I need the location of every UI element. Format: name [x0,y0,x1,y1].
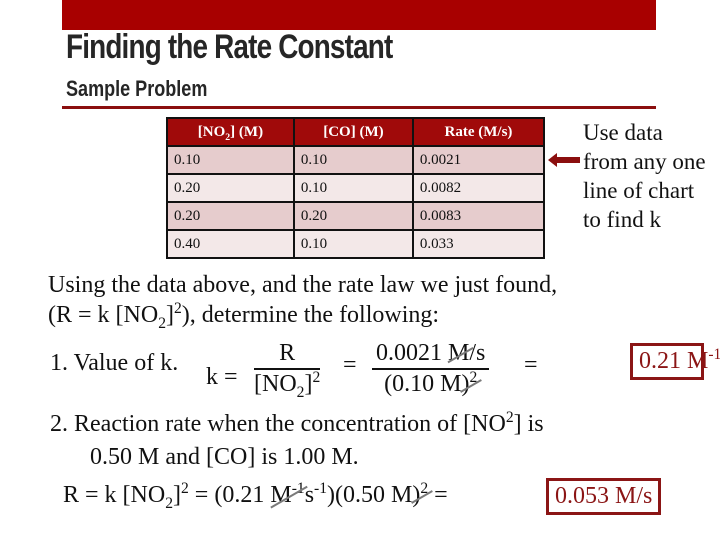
cancelled-unit: M-1 [270,480,305,509]
table-row: 0.10 0.10 0.0021 [166,145,546,175]
table-row: 0.20 0.10 0.0082 [166,173,546,203]
superscript: 2 [174,300,182,317]
text: R = k [NO [63,482,166,508]
rate-calculation: R = k [NO2]2 = (0.21 M-1s-1)(0.50 M)2 = [63,480,454,512]
cancelled-unit: )2 [412,480,429,509]
text: = [428,482,454,508]
fraction-denominator: [NO2]2 [254,369,321,400]
text: ] [173,482,181,508]
fraction-bar [254,368,321,370]
cancelled-unit: M [448,340,470,366]
fraction-values: 0.0021 M/s (0.10 M)2 [372,340,490,398]
table-row: 0.40 0.10 0.033 [166,229,546,259]
text: 0.21 M [639,348,709,374]
intro-line-2: (R = k [NO2]2), determine the following: [48,300,557,332]
text: (0.10 M [384,371,462,397]
superscript: 2 [505,409,514,426]
slide-title: Finding the Rate Constant [66,28,393,66]
title-divider [62,106,656,109]
equals-sign: = [343,352,357,378]
side-note: Use data from any one line of chart to f… [583,118,720,234]
superscript: 2 [469,369,478,386]
k-equals: k = [206,364,238,390]
header-no2: [NO2] (M) [166,117,295,147]
cell-rate: 0.0082 [411,173,546,203]
text: = [188,482,215,508]
text: 2. Reaction rate when the concentration … [50,411,506,437]
header-rate: Rate (M/s) [411,117,546,147]
cell-co: 0.20 [292,201,414,231]
header-co: [CO] (M) [292,117,414,147]
rate-data-table: [NO2] (M) [CO] (M) Rate (M/s) 0.10 0.10 … [166,117,546,259]
side-note-line: from any one [583,149,706,174]
title-accent-bar [62,0,656,30]
answer-rate-box: 0.053 M/s [546,478,662,515]
slide-subtitle: Sample Problem [66,76,208,101]
question-2-line-2: 0.50 M and [CO] is 1.00 M. [90,444,359,470]
side-note-line: line of chart [583,178,695,203]
table-header-row: [NO2] (M) [CO] (M) Rate (M/s) [166,117,546,147]
fraction-rate-over-conc: R [NO2]2 [254,340,321,400]
superscript: -1 [708,346,720,363]
table-row: 0.20 0.20 0.0083 [166,201,546,231]
text: 0.0021 [376,340,448,366]
cell-no2: 0.10 [166,145,295,175]
text: ), determine the following: [181,302,440,328]
superscript: 2 [420,480,429,497]
cell-co: 0.10 [292,173,414,203]
cell-no2: 0.40 [166,229,295,259]
subscript: 2 [165,494,173,512]
text: M [270,482,292,508]
text: (R = k [NO [48,302,159,328]
header-text: [NO [197,123,226,140]
arrow-left-icon [548,153,580,167]
text: [NO [254,371,297,397]
cell-co: 0.10 [292,145,414,175]
text: ] is [513,411,544,437]
text: (0.21 [214,482,271,508]
header-text: ] (M) [230,123,264,140]
intro-paragraph: Using the data above, and the rate law w… [48,270,558,332]
superscript: 2 [181,480,189,497]
cell-no2: 0.20 [166,173,295,203]
text: (0.50 M [335,482,413,508]
fraction-numerator: R [279,340,296,366]
cell-no2: 0.20 [166,201,295,231]
text: ) [327,482,336,508]
superscript: -1 [291,480,305,497]
question-2: 2. Reaction rate when the concentration … [50,408,544,474]
subscript: 2 [158,314,166,332]
question-2-line-1: 2. Reaction rate when the concentration … [50,408,544,441]
superscript: -1 [314,480,328,497]
question-1-label: 1. Value of k. [50,350,179,376]
cell-rate: 0.033 [411,229,546,259]
superscript: 2 [312,369,321,386]
side-note-line: to find k [583,207,661,232]
cell-rate: 0.0083 [411,201,546,231]
cell-co: 0.10 [292,229,414,259]
text: /s [469,340,486,366]
text: ] [166,302,174,328]
cell-rate: 0.0021 [411,145,546,175]
equals-sign: = [524,352,538,378]
answer-k-box: 0.21 M-1s-1 [630,343,720,380]
side-note-line: Use data [583,120,663,145]
fraction-denominator: (0.10 M)2 [372,369,489,398]
intro-line-1: Using the data above, and the rate law w… [48,272,558,298]
cancelled-unit: )2 [461,369,478,398]
fraction-numerator: 0.0021 M/s [372,340,489,367]
